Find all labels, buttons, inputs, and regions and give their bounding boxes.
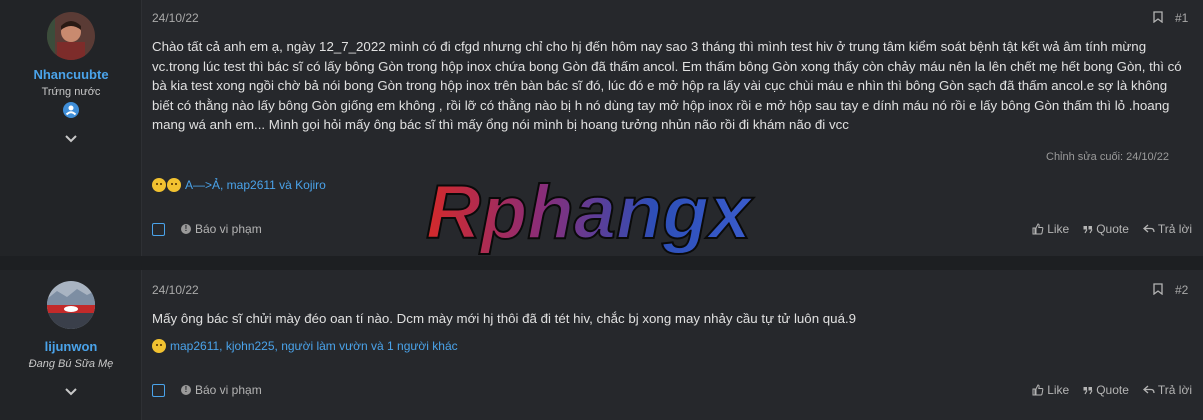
like-button[interactable]: Like — [1032, 222, 1069, 236]
quote-button[interactable]: Quote — [1083, 383, 1129, 397]
bookmark-icon[interactable] — [1153, 11, 1163, 23]
post-date[interactable]: 24/10/22 — [152, 283, 199, 297]
username[interactable]: Nhancuubte — [0, 67, 142, 82]
user-title: Đang Bú Sữa Mẹ — [28, 358, 114, 370]
post-body: Chào tất cả anh em ạ, ngày 12_7_2022 mìn… — [152, 39, 1182, 132]
reply-icon — [1142, 385, 1155, 394]
quote-label: Quote — [1096, 383, 1129, 397]
user-column: lijunwon Đang Bú Sữa Mẹ — [0, 270, 142, 420]
avatar[interactable] — [47, 281, 95, 329]
quote-button[interactable]: Quote — [1083, 222, 1129, 236]
post-number[interactable]: #1 — [1175, 11, 1188, 25]
user-badge-icon — [63, 102, 79, 118]
post-actions: ! Báo vi phạm Like Quote Trả lời — [152, 383, 1192, 399]
reply-button[interactable]: Trả lời — [1142, 222, 1192, 236]
report-button[interactable]: ! Báo vi phạm — [181, 222, 262, 236]
thumbs-up-icon — [1032, 384, 1044, 396]
reply-icon — [1142, 224, 1155, 233]
info-icon: ! — [181, 385, 191, 395]
quote-icon — [1083, 226, 1093, 234]
wow-reaction-icon — [167, 178, 181, 192]
post-date[interactable]: 24/10/22 — [152, 11, 199, 25]
reply-label: Trả lời — [1157, 222, 1192, 236]
select-checkbox[interactable] — [152, 223, 165, 236]
post-body: Mấy ông bác sĩ chửi mày đéo oan tí nào. … — [152, 311, 857, 326]
post-2: lijunwon Đang Bú Sữa Mẹ 24/10/22 #2 Mấy … — [0, 270, 1203, 420]
report-label: Báo vi phạm — [195, 222, 262, 236]
user-title: Trứng nước — [41, 86, 101, 98]
reply-button[interactable]: Trả lời — [1142, 383, 1192, 397]
reaction-users[interactable]: A—>Ả, map2611 và Kojiro — [185, 178, 326, 192]
quote-label: Quote — [1096, 222, 1129, 236]
avatar[interactable] — [47, 12, 95, 60]
chevron-down-icon[interactable] — [63, 386, 79, 398]
reactions-bar[interactable]: map2611, kjohn225, người làm vườn và 1 n… — [152, 338, 458, 354]
reply-label: Trả lời — [1157, 383, 1192, 397]
username[interactable]: lijunwon — [0, 339, 142, 354]
info-icon: ! — [181, 224, 191, 234]
user-column: Nhancuubte Trứng nước — [0, 0, 142, 256]
haha-reaction-icon — [152, 178, 166, 192]
haha-reaction-icon — [152, 339, 166, 353]
edited-note: Chỉnh sửa cuối: 24/10/22 — [1046, 151, 1169, 163]
select-checkbox[interactable] — [152, 384, 165, 397]
chevron-down-icon[interactable] — [63, 133, 79, 145]
like-label: Like — [1047, 222, 1070, 236]
bookmark-icon[interactable] — [1153, 283, 1163, 295]
like-button[interactable]: Like — [1032, 383, 1069, 397]
thumbs-up-icon — [1032, 223, 1044, 235]
watermark-logo: Rphangx — [425, 170, 755, 256]
svg-text:Rphangx: Rphangx — [426, 170, 754, 255]
report-label: Báo vi phạm — [195, 383, 262, 397]
reactions-bar[interactable]: A—>Ả, map2611 và Kojiro — [152, 177, 326, 193]
report-button[interactable]: ! Báo vi phạm — [181, 383, 262, 397]
quote-icon — [1083, 387, 1093, 395]
reaction-users[interactable]: map2611, kjohn225, người làm vườn và 1 n… — [170, 339, 458, 353]
like-label: Like — [1047, 383, 1070, 397]
post-number[interactable]: #2 — [1175, 283, 1188, 297]
